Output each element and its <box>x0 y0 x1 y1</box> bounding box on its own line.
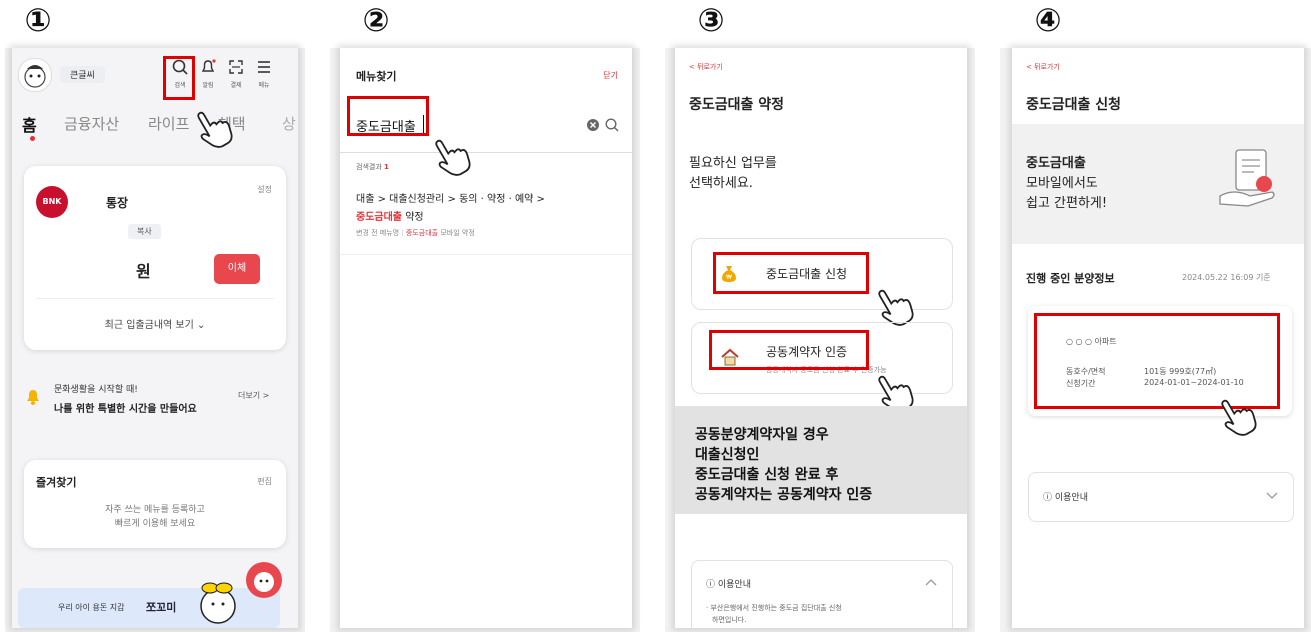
hamburger-menu-icon <box>258 61 270 73</box>
hand-pointer-icon <box>197 111 233 148</box>
clear-icon[interactable] <box>586 118 600 132</box>
promo-line1: 문화생활을 시작할 때! <box>54 385 138 395</box>
tab-active-dot <box>30 136 35 141</box>
result-label: 검색결과 <box>356 163 382 171</box>
screen-menu-search: 메뉴찾기 닫기 중도금대출 검색결과 1 대출 > 대출신청관리 > 동의 · … <box>340 48 632 628</box>
chatbot-button-icon[interactable] <box>244 560 284 600</box>
recent-transactions-link[interactable]: 최근 입출금내역 보기 ⌄ <box>24 316 286 331</box>
chevron-up-icon[interactable] <box>924 577 938 587</box>
search-result-count: 검색결과 1 <box>356 162 389 172</box>
highlight-joint-auth <box>709 330 869 370</box>
back-button[interactable]: < 뒤로가기 <box>1026 62 1060 72</box>
note-line2: 대출신청인 <box>695 447 760 463</box>
result-sub: 변경 전 메뉴명 | 중도금대출 모바일 약정 <box>356 228 475 238</box>
result-title: 중도금대출 약정 <box>356 208 424 223</box>
avatar[interactable] <box>18 58 52 92</box>
search-result-item[interactable]: 대출 > 대출신청관리 > 동의 · 약정 · 예약 > 중도금대출 약정 변경… <box>340 184 632 255</box>
favorites-title: 즐겨찾기 <box>36 476 77 489</box>
step-number-4: ④ <box>1034 1 1062 39</box>
page-title: 중도금대출 신청 <box>1026 97 1122 113</box>
tab-home[interactable]: 홈 <box>22 112 37 136</box>
hand-pointer-icon <box>1221 399 1257 436</box>
step-number-2: ② <box>362 1 390 39</box>
screen-loan-agreement: < 뒤로가기 중도금대출 약정 필요하신 업무를 선택하세요. ₩ 중도금대출 … <box>675 48 967 628</box>
highlight-loan-apply <box>713 252 869 294</box>
favorites-empty-line1: 자주 쓰는 메뉴를 등록하고 <box>105 505 205 515</box>
result-count: 1 <box>384 163 389 171</box>
info-title: ⓘ 이용안내 <box>706 580 751 590</box>
highlight-search-input <box>347 96 429 136</box>
pay-label: 결제 <box>230 82 242 89</box>
bell-icon <box>201 59 216 72</box>
screen-loan-apply: < 뒤로가기 중도금대출 신청 중도금대출 모바일에서도 쉽고 간편하게! 진행… <box>1012 48 1304 628</box>
info-text-line1: · 부산은행에서 진행하는 중도금 집단대출 신청 <box>706 604 842 612</box>
favorites-empty-line2: 빠르게 이용해 보세요 <box>114 519 196 529</box>
screen-home: 큰글씨 검색 알림 결제 메뉴 홈 금융자산 라이프 혜택 상 BNK 통장 설… <box>12 48 298 628</box>
account-card[interactable]: BNK 통장 설정 복사 원 이체 최근 입출금내역 보기 ⌄ <box>24 166 286 350</box>
account-divider <box>36 298 274 299</box>
info-card[interactable]: ⓘ 이용안내 · 부산은행에서 진행하는 중도금 집단대출 신청 하면입니다. <box>691 560 953 628</box>
result-highlight: 중도금대출 <box>356 212 402 223</box>
search-icon[interactable] <box>604 117 620 133</box>
favorites-edit-link[interactable]: 편집 <box>257 476 272 487</box>
note-line3: 중도금대출 신청 완료 후 <box>695 467 839 483</box>
tab-life[interactable]: 라이프 <box>148 113 189 134</box>
info-text-line2: 하면입니다. <box>712 616 747 624</box>
transfer-button[interactable]: 이체 <box>214 254 260 284</box>
header-alarm-button[interactable]: 알림 <box>196 58 220 89</box>
user-name-chip[interactable]: 큰글씨 <box>60 66 105 83</box>
step-number-3: ③ <box>697 1 725 39</box>
header-menu-button[interactable]: 메뉴 <box>252 58 276 89</box>
result-sub-prefix: 변경 전 메뉴명 <box>356 229 400 237</box>
menu-label: 메뉴 <box>258 82 270 89</box>
menu-search-close[interactable]: 닫기 <box>603 70 618 81</box>
result-path: 대출 > 대출신청관리 > 동의 · 약정 · 예약 > <box>356 194 545 205</box>
alarm-label: 알림 <box>202 82 214 89</box>
bell-icon <box>27 390 39 405</box>
document-hand-icon <box>1219 149 1275 207</box>
tab-assets[interactable]: 금융자산 <box>64 113 119 134</box>
highlight-search-button <box>163 56 195 100</box>
hand-pointer-icon <box>435 139 471 176</box>
header-pay-button[interactable]: 결제 <box>224 58 248 89</box>
balance-unit: 원 <box>136 262 151 281</box>
note-line4: 공동계약자는 공동계약자 인증 <box>695 487 873 503</box>
account-name: 통장 <box>106 196 129 210</box>
promo-more-link[interactable]: 더보기 > <box>238 390 269 401</box>
info-card[interactable]: ⓘ 이용안내 <box>1028 472 1294 522</box>
banner-text: 우리 아이 용돈 지갑 <box>58 603 125 612</box>
result-sub-highlight: 중도금대출 <box>405 229 439 237</box>
banner-line3: 쉽고 간편하게! <box>1026 196 1108 211</box>
banner-line1: 중도금대출 <box>1026 156 1086 171</box>
info-title: ⓘ 이용안내 <box>1043 493 1088 503</box>
bnk-logo: BNK <box>36 186 68 218</box>
chevron-down-icon[interactable] <box>1265 491 1279 501</box>
back-button[interactable]: < 뒤로가기 <box>689 62 723 72</box>
favorites-card: 즐겨찾기 편집 자주 쓰는 메뉴를 등록하고 빠르게 이용해 보세요 <box>24 460 286 548</box>
tab-more[interactable]: 상 <box>282 113 296 134</box>
promo-banner: 중도금대출 모바일에서도 쉽고 간편하게! <box>1012 124 1304 244</box>
copy-button[interactable]: 복사 <box>128 224 161 239</box>
step-number-1: ① <box>24 1 52 39</box>
account-settings-link[interactable]: 설정 <box>257 184 272 195</box>
result-suffix: 약정 <box>405 212 424 223</box>
section-title: 진행 중인 분양정보 <box>1026 272 1115 285</box>
result-sub-suffix: 모바일 약정 <box>440 229 475 237</box>
character-icon <box>24 65 46 88</box>
annotation-note: 공동분양계약자일 경우 대출신청인 중도금대출 신청 완료 후 공동계약자는 공… <box>675 406 967 514</box>
banner-brand: 쪼꼬미 <box>146 601 177 614</box>
scan-icon <box>229 60 243 74</box>
menu-search-title: 메뉴찾기 <box>356 70 397 83</box>
prompt-line2: 선택하세요. <box>689 176 753 191</box>
section-timestamp: 2024.05.22 16:09 기준 <box>1182 273 1271 282</box>
banner-line2: 모바일에서도 <box>1026 176 1098 191</box>
prompt-line1: 필요하신 업무를 <box>689 156 777 171</box>
bell-promo-icon <box>24 388 42 410</box>
promo-line2: 나를 위한 특별한 시간을 만들어요 <box>54 404 197 415</box>
note-line1: 공동분양계약자일 경우 <box>695 427 829 443</box>
page-title: 중도금대출 약정 <box>689 97 785 113</box>
